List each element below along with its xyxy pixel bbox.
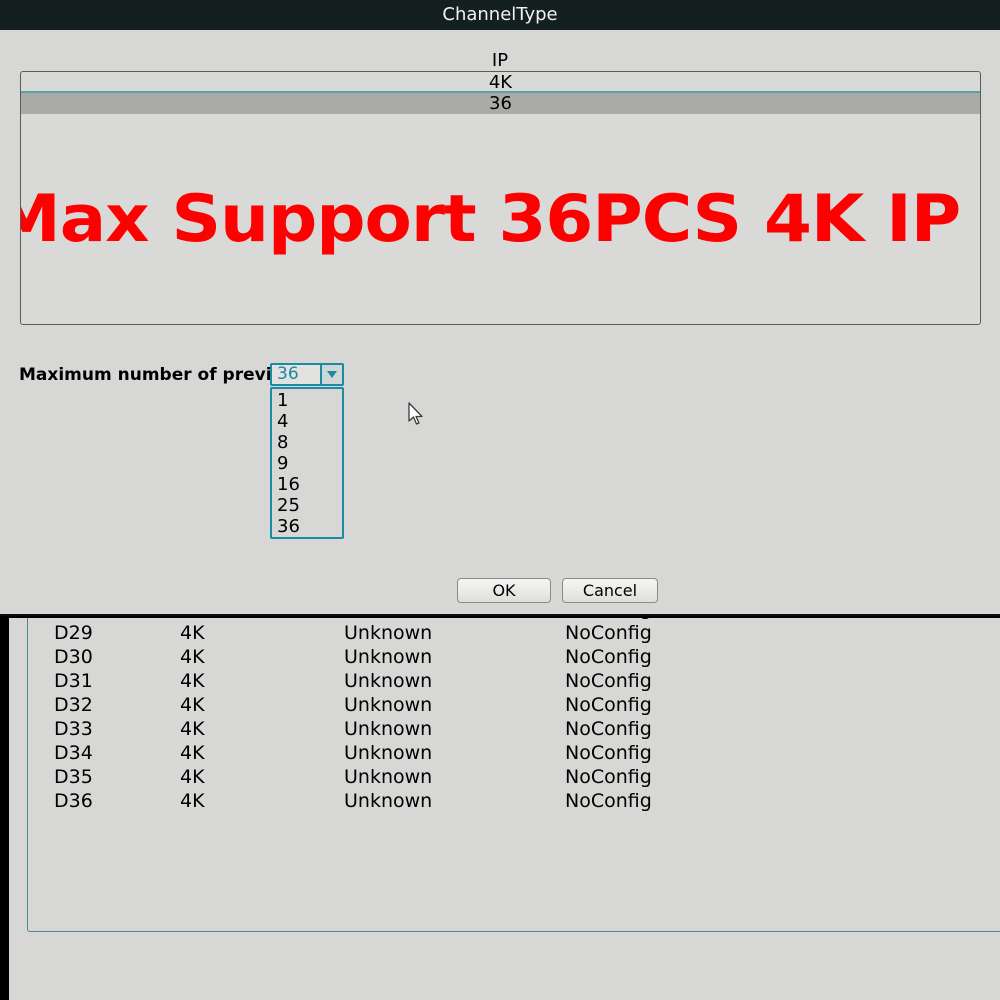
max-preview-option[interactable]: 25 — [272, 495, 342, 516]
table-row[interactable]: D35 4K Unknown NoConfig — [28, 765, 1000, 789]
table-cell-state: Unknown — [344, 790, 433, 812]
chevron-down-icon[interactable] — [320, 365, 342, 384]
max-preview-option[interactable]: 8 — [272, 432, 342, 453]
table-cell-state: Unknown — [344, 646, 433, 668]
table-cell-config: NoConfig — [565, 646, 652, 668]
table-row[interactable]: D30 4K Unknown NoConfig — [28, 645, 1000, 669]
table-cell-id: D33 — [54, 718, 93, 740]
screen: D244KUnknownNoConfigD254KUnknownNoConfig… — [0, 0, 1000, 1000]
table-cell-config: NoConfig — [565, 766, 652, 788]
listbox-row-resolution[interactable]: 4K — [21, 72, 980, 93]
table-cell-state: Unknown — [344, 694, 433, 716]
table-cell-id: D29 — [54, 622, 93, 644]
max-preview-label: Maximum number of preview: — [19, 365, 306, 385]
listbox-row-count[interactable]: 36 — [21, 93, 980, 114]
table-cell-config: NoConfig — [565, 694, 652, 716]
table-cell-res: 4K — [180, 646, 205, 668]
table-cell-id: D35 — [54, 766, 93, 788]
table-cell-res: 4K — [180, 790, 205, 812]
table-cell-config: NoConfig — [565, 742, 652, 764]
table-row[interactable]: D31 4K Unknown NoConfig — [28, 669, 1000, 693]
dialog-title: ChannelType — [0, 0, 1000, 30]
table-cell-state: Unknown — [344, 622, 433, 644]
table-cell-res: 4K — [180, 622, 205, 644]
dialog-cancel-button[interactable]: Cancel — [562, 578, 658, 603]
channel-type-listbox[interactable]: 4K 36 Max Support 36PCS 4K IP Camera — [20, 71, 981, 325]
table-row[interactable]: D36 4K Unknown NoConfig — [28, 789, 1000, 813]
ip-column-header: IP — [491, 50, 509, 71]
table-row[interactable]: D29 4K Unknown NoConfig — [28, 621, 1000, 645]
table-cell-state: Unknown — [344, 718, 433, 740]
table-row[interactable]: D32 4K Unknown NoConfig — [28, 693, 1000, 717]
max-preview-option[interactable]: 16 — [272, 474, 342, 495]
max-preview-option[interactable]: 1 — [272, 390, 342, 411]
table-cell-res: 4K — [180, 670, 205, 692]
table-cell-config: NoConfig — [565, 718, 652, 740]
channel-type-dialog: ChannelType IP 4K 36 Max Support 36PCS 4… — [0, 0, 1000, 616]
table-cell-id: D31 — [54, 670, 93, 692]
table-row[interactable]: D34 4K Unknown NoConfig — [28, 741, 1000, 765]
table-cell-id: D30 — [54, 646, 93, 668]
table-cell-config: NoConfig — [565, 670, 652, 692]
table-cell-id: D36 — [54, 790, 93, 812]
max-preview-value: 36 — [277, 364, 299, 384]
max-preview-option-list[interactable]: 1 4 8 9 16 25 36 — [270, 387, 344, 539]
table-cell-id: D32 — [54, 694, 93, 716]
max-preview-combo[interactable]: 36 — [270, 363, 344, 386]
window-left-edge — [0, 613, 9, 1000]
table-cell-res: 4K — [180, 694, 205, 716]
table-cell-res: 4K — [180, 766, 205, 788]
table-cell-id: D34 — [54, 742, 93, 764]
max-preview-option[interactable]: 36 — [272, 516, 342, 537]
table-row[interactable]: D33 4K Unknown NoConfig — [28, 717, 1000, 741]
max-preview-option[interactable]: 4 — [272, 411, 342, 432]
max-support-banner: Max Support 36PCS 4K IP Camera — [21, 182, 980, 257]
table-cell-state: Unknown — [344, 742, 433, 764]
window-button-bar: Cancel — [0, 934, 1000, 1000]
table-cell-config: NoConfig — [565, 622, 652, 644]
table-cell-state: Unknown — [344, 766, 433, 788]
max-preview-option[interactable]: 9 — [272, 453, 342, 474]
table-cell-res: 4K — [180, 718, 205, 740]
table-cell-res: 4K — [180, 742, 205, 764]
table-cell-state: Unknown — [344, 670, 433, 692]
table-cell-config: NoConfig — [565, 790, 652, 812]
dialog-ok-button[interactable]: OK — [457, 578, 551, 603]
